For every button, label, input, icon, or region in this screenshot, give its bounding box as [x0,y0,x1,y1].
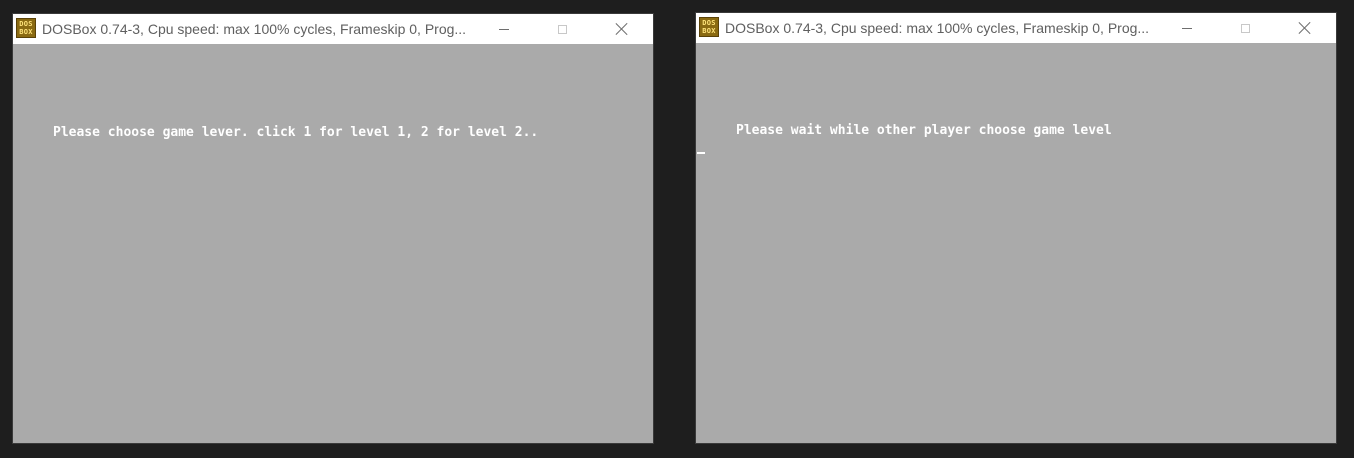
text-cursor [697,152,705,154]
dosbox-window-right[interactable]: DOS BOX DOSBox 0.74-3, Cpu speed: max 10… [695,12,1337,444]
close-icon [1298,21,1312,35]
minimize-button[interactable] [481,14,527,44]
dosbox-icon[interactable]: DOS BOX [699,17,719,37]
close-icon [615,22,629,36]
maximize-icon [557,24,567,34]
title-bar[interactable]: DOS BOX DOSBox 0.74-3, Cpu speed: max 10… [696,13,1336,43]
window-title: DOSBox 0.74-3, Cpu speed: max 100% cycle… [42,21,467,37]
title-bar[interactable]: DOS BOX DOSBox 0.74-3, Cpu speed: max 10… [13,14,653,44]
icon-text-top: DOS [702,19,716,27]
minimize-icon [1182,27,1192,29]
dos-screen[interactable]: Please wait while other player choose ga… [696,43,1336,443]
minimize-button[interactable] [1164,13,1210,43]
close-button[interactable] [1282,13,1328,43]
icon-text-bottom: BOX [702,27,716,35]
dos-status-text: Please wait while other player choose ga… [736,123,1112,138]
maximize-icon [1240,23,1250,33]
dos-prompt-text: Please choose game lever. click 1 for le… [53,125,539,140]
dosbox-icon[interactable]: DOS BOX [16,18,36,38]
maximize-button[interactable] [1222,13,1268,43]
minimize-icon [499,28,509,30]
maximize-button[interactable] [539,14,585,44]
close-button[interactable] [599,14,645,44]
icon-text-top: DOS [19,20,33,28]
icon-text-bottom: BOX [19,28,33,36]
dosbox-window-left[interactable]: DOS BOX DOSBox 0.74-3, Cpu speed: max 10… [12,13,654,444]
window-title: DOSBox 0.74-3, Cpu speed: max 100% cycle… [725,20,1150,36]
dos-screen[interactable]: Please choose game lever. click 1 for le… [13,44,653,443]
